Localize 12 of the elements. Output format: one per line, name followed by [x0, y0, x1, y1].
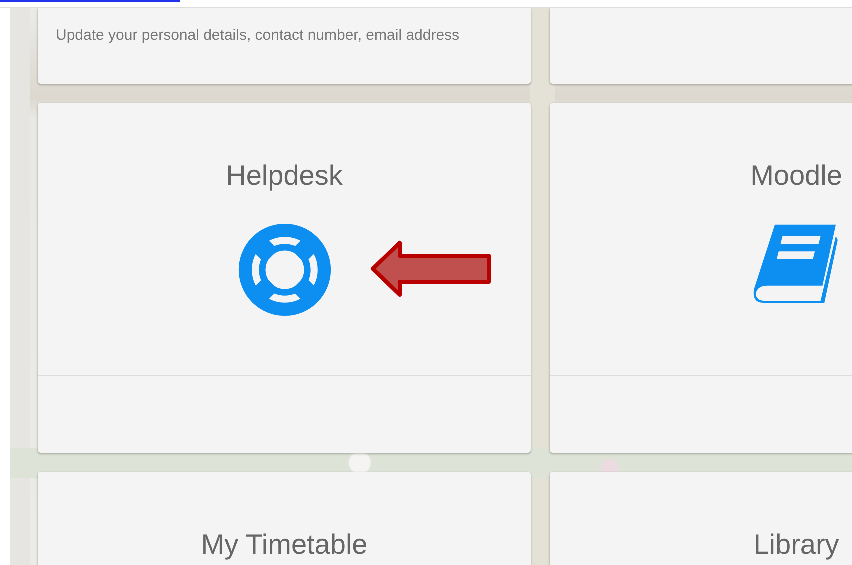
- lifebuoy-icon: [238, 223, 332, 317]
- tile-description: Update your personal details, contact number, email address: [55, 26, 461, 44]
- tile-card[interactable]: Helpdesk: [38, 103, 531, 453]
- tile-card[interactable]: My Timetable: [38, 472, 531, 565]
- tile-title: Library: [754, 528, 840, 562]
- tile-title: Helpdesk: [226, 159, 343, 193]
- tile-title: Moodle: [750, 159, 842, 193]
- tile-card[interactable]: Update your personal details, contact number, email address: [38, 8, 531, 84]
- tile-card[interactable]: Library: [550, 472, 852, 565]
- tile-card[interactable]: Moodle: [550, 103, 852, 453]
- book-icon: [752, 223, 840, 303]
- tile-title: My Timetable: [201, 528, 368, 562]
